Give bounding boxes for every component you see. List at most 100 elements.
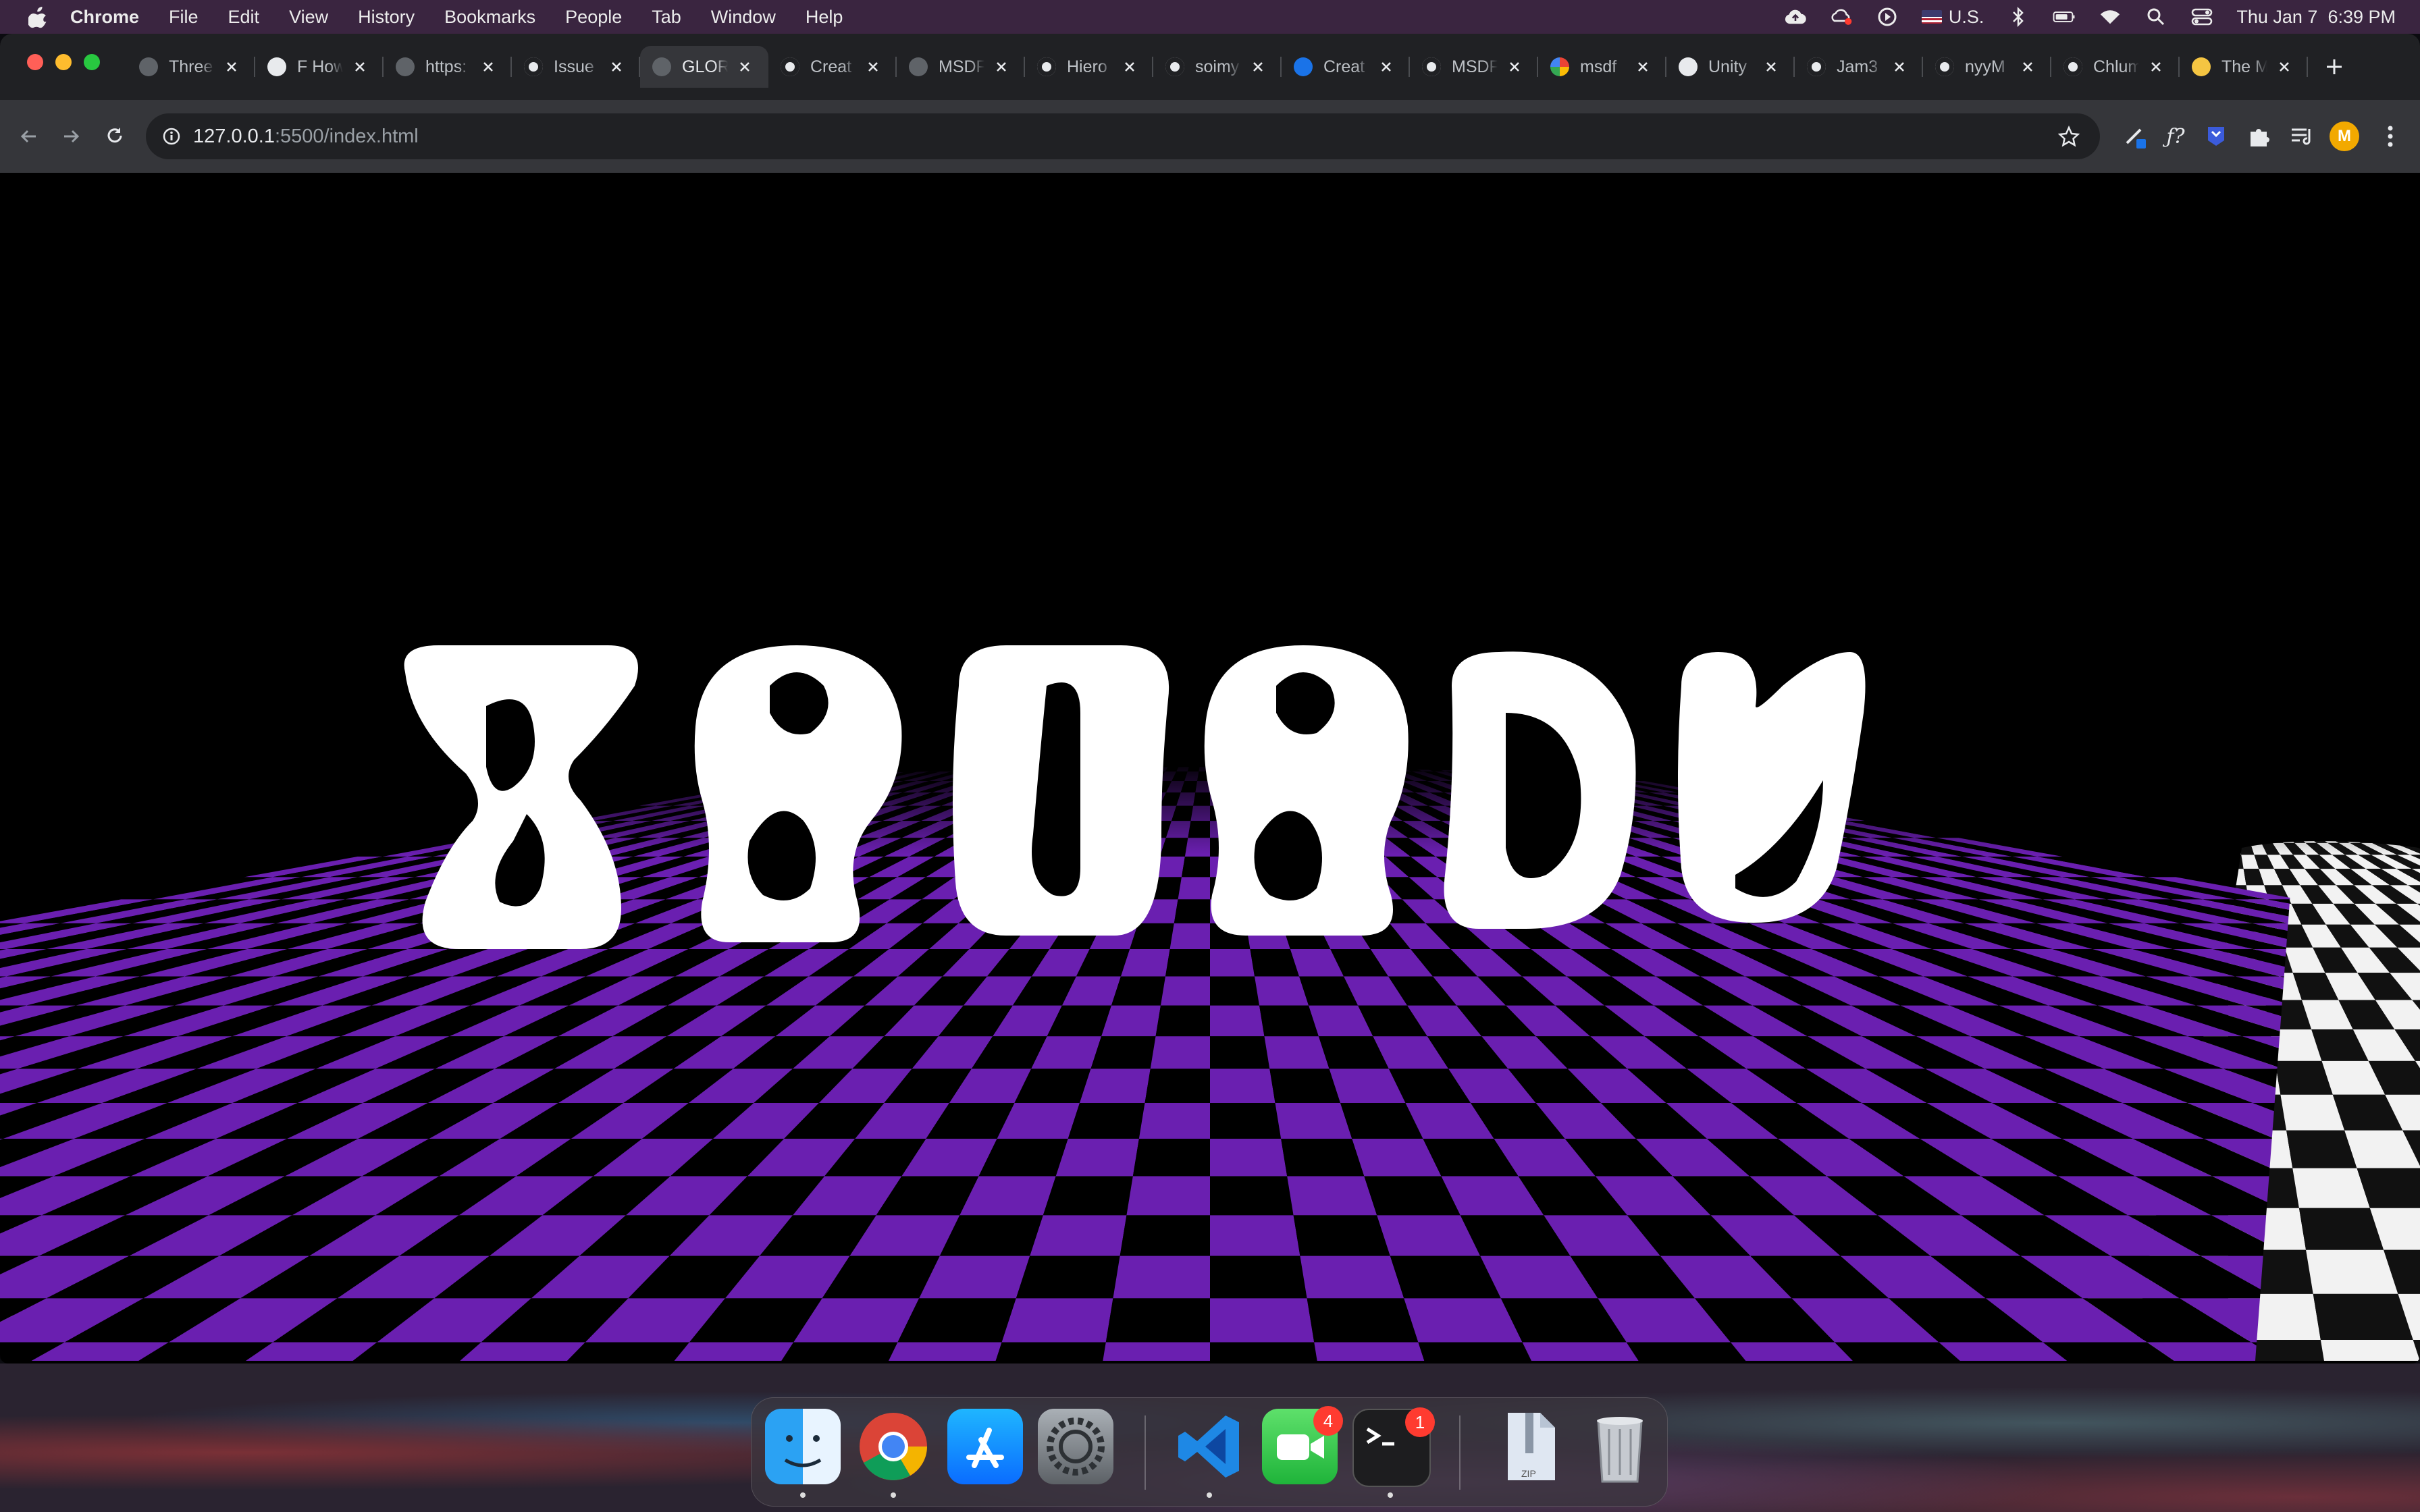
badge-extension-icon[interactable]	[2200, 120, 2232, 153]
browser-tab[interactable]: Creat	[768, 46, 897, 88]
browser-tab[interactable]: GLOR	[640, 46, 768, 88]
more-menu-icon[interactable]	[2374, 120, 2406, 153]
chrome-icon[interactable]	[856, 1409, 931, 1484]
facetime-icon[interactable]: 4	[1262, 1406, 1343, 1484]
browser-tab[interactable]: Creat	[1282, 46, 1410, 88]
tab-title: MSDF	[1452, 57, 1498, 76]
menu-file[interactable]: File	[169, 7, 199, 28]
tab-close-icon[interactable]	[1762, 58, 1780, 76]
floor-tile	[1210, 976, 1260, 1006]
trash-icon[interactable]	[1582, 1409, 1658, 1484]
browser-tab[interactable]: Issue	[512, 46, 640, 88]
menu-window[interactable]: Window	[711, 7, 776, 28]
browser-tab[interactable]: Chlum	[2051, 46, 2180, 88]
function-extension-icon[interactable]: ƒ?	[2159, 120, 2192, 153]
bookmark-star-icon[interactable]	[2057, 124, 2081, 148]
creative-cloud-icon[interactable]	[1830, 7, 1853, 27]
floor-tile	[1169, 923, 1210, 949]
menu-clock[interactable]: Thu Jan 7 6:39 PM	[2236, 7, 2396, 28]
browser-tab[interactable]: Three	[127, 46, 255, 88]
site-info-icon[interactable]	[162, 127, 181, 146]
tab-close-icon[interactable]	[1377, 58, 1395, 76]
menu-help[interactable]: Help	[806, 7, 843, 28]
bluetooth-icon[interactable]	[2007, 7, 2030, 27]
tab-close-icon[interactable]	[2276, 58, 2293, 76]
tab-close-icon[interactable]	[479, 58, 497, 76]
reload-button[interactable]	[96, 117, 134, 155]
zip-file-icon[interactable]: ZIP	[1492, 1409, 1567, 1484]
keyboard-layout-label: U.S.	[1948, 6, 1984, 27]
tab-close-icon[interactable]	[736, 58, 754, 76]
globe-icon	[909, 57, 928, 76]
browser-tab[interactable]: Unity	[1666, 46, 1795, 88]
wifi-icon[interactable]	[2099, 7, 2122, 27]
floor-tile	[1210, 1342, 1322, 1361]
back-button[interactable]	[9, 117, 47, 155]
floor-tile	[2292, 1168, 2370, 1208]
tab-close-icon[interactable]	[2147, 58, 2165, 76]
tab-close-icon[interactable]	[1634, 58, 1652, 76]
tab-close-icon[interactable]	[1891, 58, 1908, 76]
profile-button[interactable]: M	[2328, 120, 2361, 153]
window-minimize-button[interactable]	[55, 54, 72, 70]
browser-tab[interactable]: soimy	[1153, 46, 1282, 88]
window-close-button[interactable]	[27, 54, 43, 70]
play-circle-icon[interactable]	[1876, 7, 1899, 27]
notification-badge: 4	[1313, 1406, 1343, 1436]
github-icon	[1807, 57, 1826, 76]
browser-tab[interactable]: The M	[2180, 46, 2308, 88]
tab-close-icon[interactable]	[2019, 58, 2036, 76]
browser-tab[interactable]: F How	[255, 46, 384, 88]
menu-edit[interactable]: Edit	[228, 7, 260, 28]
tab-close-icon[interactable]	[351, 58, 369, 76]
menu-bookmarks[interactable]: Bookmarks	[444, 7, 535, 28]
tab-close-icon[interactable]	[1121, 58, 1138, 76]
menu-view[interactable]: View	[289, 7, 328, 28]
finder-icon[interactable]	[765, 1409, 841, 1484]
floor-tile	[1259, 1005, 1319, 1037]
battery-icon[interactable]	[2053, 7, 2076, 27]
browser-tab[interactable]: MSDF	[1410, 46, 1538, 88]
window-fullscreen-button[interactable]	[84, 54, 100, 70]
puzzle-extensions-icon[interactable]	[2243, 120, 2276, 153]
web-page-canvas[interactable]	[0, 173, 2420, 1361]
tab-close-icon[interactable]	[1249, 58, 1267, 76]
google-icon	[1550, 57, 1569, 76]
floor-tile	[1016, 1256, 1120, 1299]
address-bar[interactable]: 127.0.0.1:5500/index.html	[146, 113, 2100, 159]
tab-title: MSDF	[939, 57, 984, 76]
system-preferences-icon[interactable]	[1038, 1409, 1113, 1484]
new-tab-button[interactable]	[2317, 50, 2351, 84]
tab-close-icon[interactable]	[608, 58, 625, 76]
browser-tab[interactable]: nyyM	[1923, 46, 2051, 88]
tab-close-icon[interactable]	[223, 58, 240, 76]
browser-tab[interactable]: MSDF	[897, 46, 1025, 88]
browser-tab[interactable]: Hiero	[1025, 46, 1153, 88]
media-control-icon[interactable]	[2286, 120, 2319, 153]
icloud-upload-icon[interactable]	[1784, 7, 1807, 27]
floor-tile	[1174, 899, 1210, 923]
avatar: M	[2330, 122, 2359, 151]
spotlight-icon[interactable]	[2145, 7, 2167, 27]
vscode-icon[interactable]	[1172, 1409, 1247, 1484]
floor-tile	[1030, 1215, 1127, 1256]
tab-close-icon[interactable]	[1506, 58, 1523, 76]
terminal-icon[interactable]: 1	[1352, 1407, 1435, 1487]
menu-tab[interactable]: Tab	[652, 7, 681, 28]
blue-circle-icon	[1294, 57, 1313, 76]
control-center-icon[interactable]	[2190, 7, 2213, 27]
github-icon	[1165, 57, 1184, 76]
color-picker-extension-icon[interactable]	[2119, 120, 2151, 153]
menu-app-name[interactable]: Chrome	[70, 7, 139, 28]
forward-button[interactable]	[53, 117, 90, 155]
keyboard-layout[interactable]: U.S.	[1921, 6, 1984, 28]
browser-tab[interactable]: Jam3	[1795, 46, 1923, 88]
browser-tab[interactable]: msdf	[1538, 46, 1666, 88]
menu-history[interactable]: History	[358, 7, 415, 28]
tab-close-icon[interactable]	[864, 58, 882, 76]
browser-tab[interactable]: https:	[384, 46, 512, 88]
apple-icon[interactable]	[27, 5, 50, 28]
app-store-icon[interactable]	[947, 1409, 1023, 1484]
tab-close-icon[interactable]	[993, 58, 1010, 76]
menu-people[interactable]: People	[565, 7, 622, 28]
